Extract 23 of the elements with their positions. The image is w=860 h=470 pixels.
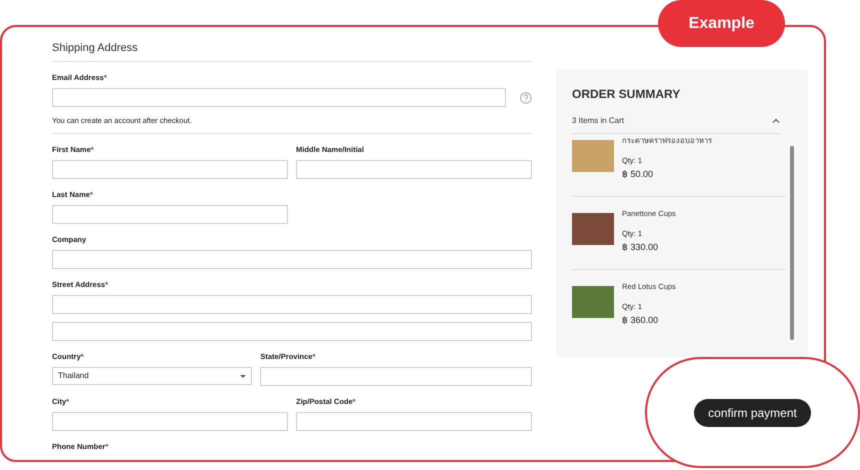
text-field[interactable] — [296, 160, 532, 179]
section-title: Shipping Address — [52, 41, 532, 62]
text-field[interactable] — [52, 205, 288, 224]
price-text: ฿ 330.00 — [622, 241, 660, 254]
price-text: ฿ 360.00 — [622, 314, 660, 327]
text-field[interactable] — [296, 412, 532, 431]
email-field[interactable] — [52, 88, 506, 107]
country-select[interactable]: Thailand — [52, 367, 252, 385]
text-field[interactable] — [52, 322, 532, 341]
price-text: ฿ 50.00 — [622, 168, 654, 182]
confirm-payment-button[interactable]: confirm payment — [694, 398, 811, 426]
text-field[interactable] — [52, 160, 288, 179]
text-field[interactable] — [260, 367, 532, 386]
text-field[interactable] — [52, 412, 288, 431]
summary-title: ORDER SUMMARY — [572, 86, 682, 103]
text-field[interactable] — [52, 250, 532, 269]
example-badge: Example — [658, 0, 785, 47]
cart-count[interactable]: 3 Items in Cart — [572, 115, 624, 127]
chevron-icon[interactable] — [772, 118, 780, 124]
caret-icon — [240, 374, 246, 378]
text-field[interactable] — [52, 295, 532, 314]
scrollbar[interactable] — [790, 146, 794, 340]
help-icon[interactable] — [520, 92, 532, 104]
